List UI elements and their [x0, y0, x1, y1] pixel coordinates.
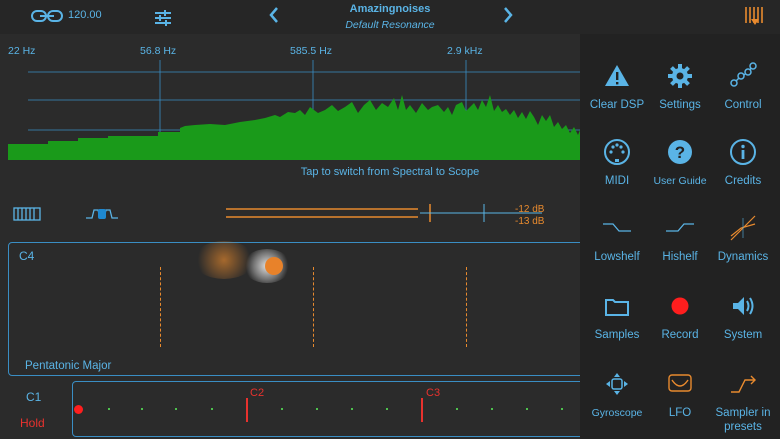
- spectrum-fill: [8, 95, 580, 160]
- key-dot: [281, 408, 283, 410]
- lfo-icon: [668, 374, 692, 392]
- system-button[interactable]: System: [708, 292, 778, 342]
- octave-marker: [421, 398, 423, 422]
- link-icon[interactable]: [31, 8, 63, 24]
- record-icon: [671, 297, 689, 315]
- side-menu: Clear DSP Settings Control MIDI ? User G…: [580, 0, 780, 439]
- menu-item-label: Hishelf: [662, 251, 698, 263]
- menu-item-label: Clear DSP: [589, 99, 645, 111]
- preset-bank[interactable]: Default Resonance: [300, 19, 480, 31]
- waveform-icon[interactable]: [86, 206, 118, 222]
- octave-label: C3: [426, 387, 441, 399]
- menu-item-label: Lowshelf: [594, 251, 640, 263]
- pad-divider: [160, 267, 161, 347]
- tempo-value[interactable]: 120.00: [68, 9, 102, 21]
- midi-icon: [604, 139, 630, 165]
- db-top-value: -12 dB: [515, 204, 545, 215]
- nodes-icon: [730, 62, 757, 87]
- chevron-right-icon[interactable]: [501, 6, 515, 24]
- db-bottom-value: -13 dB: [515, 216, 545, 227]
- preset-name[interactable]: Amazingnoises: [300, 3, 480, 15]
- svg-text:?: ?: [675, 143, 685, 162]
- warning-icon: [605, 65, 629, 86]
- octave-marker: [246, 398, 248, 422]
- level-meter: [226, 204, 542, 222]
- menu-item-label: Samples: [594, 329, 640, 341]
- key-dot: [316, 408, 318, 410]
- key-dot: [456, 408, 458, 410]
- lfo-button[interactable]: LFO: [645, 370, 715, 420]
- clear-dsp-button[interactable]: Clear DSP: [582, 62, 652, 112]
- record-button[interactable]: Record: [645, 292, 715, 342]
- pad-divider: [466, 267, 467, 347]
- keyboard-strip[interactable]: C2 C3: [72, 381, 592, 437]
- lowshelf-icon: [603, 223, 631, 232]
- chevron-left-icon[interactable]: [267, 6, 281, 24]
- gyroscope-button[interactable]: Gyroscope: [582, 370, 652, 420]
- dynamics-button[interactable]: Dynamics: [708, 214, 778, 264]
- hishelf-button[interactable]: Hishelf: [645, 214, 715, 264]
- menu-item-label: Settings: [659, 99, 701, 111]
- user-guide-button[interactable]: ? User Guide: [645, 138, 715, 188]
- spectrum-analyzer[interactable]: [0, 55, 580, 165]
- menu-item-label: Record: [661, 329, 699, 341]
- dynamics-icon: [730, 215, 756, 241]
- menu-item-label: User Guide: [653, 175, 707, 187]
- gyroscope-icon: [606, 373, 628, 395]
- menu-item-label: Dynamics: [717, 251, 769, 263]
- samples-button[interactable]: Samples: [582, 292, 652, 342]
- menu-item-label: Sampler in presets: [715, 407, 771, 433]
- info-icon: [730, 139, 756, 165]
- pad-divider: [313, 267, 314, 347]
- menu-item-label: MIDI: [604, 175, 630, 187]
- top-bar: 120.00 Amazingnoises Default Resonance: [0, 0, 580, 34]
- help-icon: ?: [668, 140, 692, 164]
- credits-button[interactable]: Credits: [708, 138, 778, 188]
- xy-pad[interactable]: C4 Pentatonic Major: [8, 241, 593, 376]
- touch-point[interactable]: [265, 257, 283, 275]
- key-dot: [141, 408, 143, 410]
- midi-button[interactable]: MIDI: [582, 138, 652, 188]
- key-dot: [386, 408, 388, 410]
- control-button[interactable]: Control: [708, 62, 778, 112]
- menu-header: [580, 0, 780, 34]
- menu-item-label: Credits: [724, 175, 762, 187]
- key-dot: [175, 408, 177, 410]
- menu-item-label: Control: [724, 99, 762, 111]
- keyboard-start-note: C1: [26, 390, 42, 404]
- menu-toggle-icon[interactable]: [744, 5, 766, 27]
- key-dot: [561, 408, 563, 410]
- sampler-in-presets-button[interactable]: Sampler in presets: [708, 370, 778, 434]
- key-dot: [351, 408, 353, 410]
- hishelf-icon: [666, 223, 694, 232]
- lowshelf-button[interactable]: Lowshelf: [582, 214, 652, 264]
- sliders-icon[interactable]: [154, 9, 172, 27]
- folder-icon: [605, 299, 629, 316]
- hold-button[interactable]: Hold: [20, 416, 45, 430]
- pad-note-label: C4: [19, 249, 35, 263]
- speaker-icon: [733, 297, 754, 315]
- sampler-icon: [731, 375, 756, 393]
- key-dot: [526, 408, 528, 410]
- active-note-dot: [74, 405, 83, 414]
- key-dot: [108, 408, 110, 410]
- spectrum-hint: Tap to switch from Spectral to Scope: [300, 166, 480, 178]
- key-dot: [491, 408, 493, 410]
- menu-item-label: System: [723, 329, 763, 341]
- menu-item-label: Gyroscope: [591, 407, 643, 419]
- pad-scale-label: Pentatonic Major: [25, 360, 112, 372]
- key-dot: [211, 408, 213, 410]
- menu-item-label: LFO: [668, 407, 692, 419]
- octave-label: C2: [250, 387, 265, 399]
- settings-button[interactable]: Settings: [645, 62, 715, 112]
- keyboard-icon[interactable]: [13, 207, 41, 221]
- gear-icon: [668, 64, 692, 88]
